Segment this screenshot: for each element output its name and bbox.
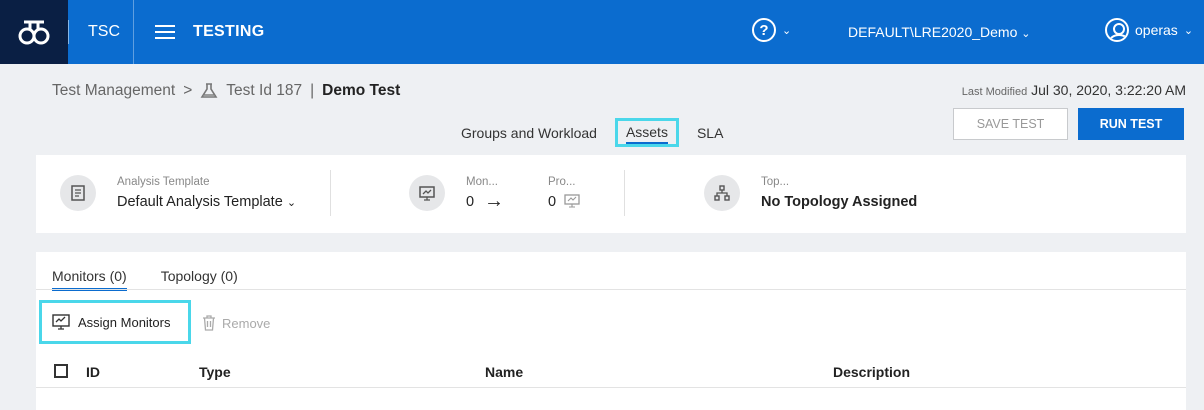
domain-project-label: DEFAULT\LRE2020_Demo — [848, 24, 1018, 40]
monitors-table-header: ID Type Name Description — [36, 356, 1186, 388]
flask-icon — [200, 83, 218, 98]
top-navigation-bar: TSC TESTING ? ⌄ DEFAULT\LRE2020_Demo ⌄ o… — [0, 0, 1204, 64]
analysis-template-label: Analysis Template — [117, 176, 210, 188]
summary-divider — [330, 170, 331, 216]
arrow-right-icon[interactable]: → — [484, 190, 504, 213]
help-menu[interactable]: ? ⌄ — [752, 18, 791, 42]
monitors-label: Mon... — [466, 176, 498, 188]
last-modified: Last Modified Jul 30, 2020, 3:22:20 AM — [962, 82, 1186, 98]
brand-logo-icon — [18, 20, 50, 45]
column-header-description[interactable]: Description — [833, 364, 910, 380]
tab-assets[interactable]: Assets — [625, 124, 668, 144]
logo[interactable] — [0, 0, 68, 64]
breadcrumb-divider: | — [310, 82, 315, 99]
analysis-template-value: Default Analysis Template — [117, 194, 283, 210]
user-name: operas — [1135, 22, 1178, 38]
save-test-button[interactable]: SAVE TEST — [953, 108, 1068, 140]
breadcrumb-test-id[interactable]: Test Id 187 — [226, 82, 302, 100]
table-header-divider — [36, 387, 1186, 388]
app-short-name: TSC — [88, 23, 120, 40]
topology-icon — [704, 175, 740, 211]
help-icon: ? — [752, 18, 776, 42]
subtab-divider — [36, 289, 1186, 290]
run-test-button[interactable]: RUN TEST — [1078, 108, 1184, 140]
trash-icon — [203, 315, 215, 331]
tab-assets-highlight: Assets — [614, 118, 679, 147]
user-icon — [1105, 18, 1129, 42]
column-header-name[interactable]: Name — [485, 364, 523, 380]
topology-label: Top... — [761, 176, 790, 188]
last-modified-value: Jul 30, 2020, 3:22:20 AM — [1031, 82, 1186, 98]
chevron-down-icon: ⌄ — [782, 24, 792, 37]
assign-monitors-label: Assign Monitors — [78, 314, 171, 330]
user-menu[interactable]: operas ⌄ — [1105, 18, 1193, 42]
tab-sla[interactable]: SLA — [697, 125, 723, 141]
assets-subtabs: Monitors (0) Topology (0) — [52, 268, 238, 291]
assets-panel: Monitors (0) Topology (0) Assign Monitor… — [36, 252, 1186, 410]
remove-button[interactable]: Remove — [202, 315, 270, 331]
last-modified-label: Last Modified — [961, 86, 1028, 98]
analysis-template-selector[interactable]: Default Analysis Template ⌄ — [117, 194, 296, 210]
chevron-down-icon: ⌄ — [1021, 28, 1031, 40]
analysis-template-icon — [60, 175, 96, 211]
tab-groups-and-workload[interactable]: Groups and Workload — [461, 125, 597, 141]
column-header-type[interactable]: Type — [199, 364, 231, 380]
assign-monitors-icon — [52, 314, 70, 330]
chevron-down-icon: ⌄ — [1183, 24, 1194, 37]
test-tabs: Groups and Workload Assets SLA — [461, 118, 723, 147]
header-divider — [133, 0, 134, 64]
logo-divider — [68, 20, 69, 44]
chevron-down-icon: ⌄ — [286, 197, 297, 209]
domain-project-selector[interactable]: DEFAULT\LRE2020_Demo ⌄ — [848, 24, 1030, 40]
breadcrumb-separator: > — [183, 82, 193, 99]
breadcrumb-test-management[interactable]: Test Management — [52, 82, 175, 100]
menu-icon[interactable] — [155, 25, 175, 39]
monitors-count: 0 — [466, 194, 475, 210]
subtab-topology[interactable]: Topology (0) — [161, 268, 238, 291]
breadcrumb: Test Management > Test Id 187 | Demo Tes… — [52, 82, 400, 100]
select-all-checkbox[interactable] — [54, 364, 68, 378]
remove-label: Remove — [222, 315, 271, 331]
subtab-monitors[interactable]: Monitors (0) — [52, 268, 127, 291]
module-title: TESTING — [193, 23, 265, 40]
test-name: Demo Test — [322, 82, 401, 99]
profiles-label: Pro... — [548, 176, 576, 188]
monitors-icon — [409, 175, 445, 211]
profile-monitor-icon — [564, 194, 580, 208]
profiles-count: 0 — [548, 194, 557, 210]
assign-monitors-button[interactable]: Assign Monitors — [39, 300, 191, 344]
topology-value: No Topology Assigned — [761, 194, 918, 210]
column-header-id[interactable]: ID — [86, 364, 100, 380]
summary-divider — [624, 170, 625, 216]
assets-summary-card: Analysis Template Default Analysis Templ… — [36, 155, 1186, 233]
